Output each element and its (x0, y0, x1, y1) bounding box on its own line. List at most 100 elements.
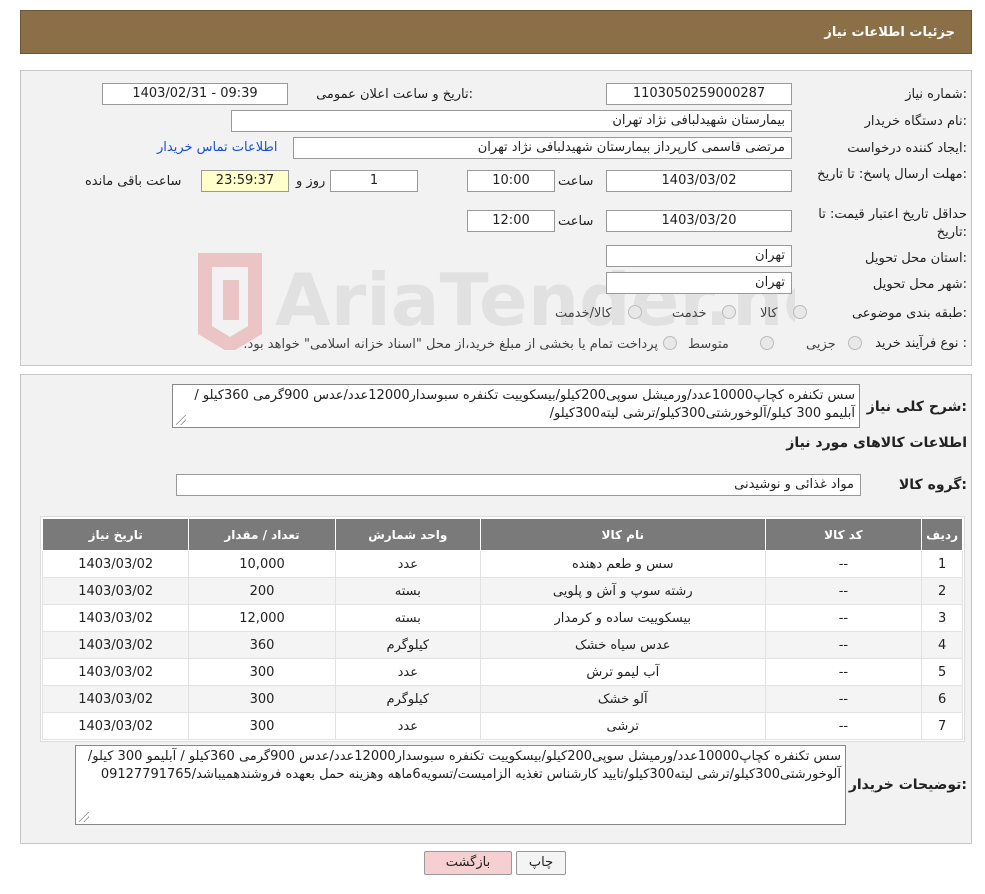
validity-date-field: 1403/03/20 (606, 210, 792, 232)
col-header-date: تاریخ نیاز (41, 518, 190, 551)
cell-row-no: 4 (921, 631, 963, 659)
items-table: ردیف کد کالا نام کالا واحد شمارش تعداد /… (41, 518, 963, 740)
resize-grip-icon[interactable] (176, 415, 186, 425)
cell-unit: بسته (334, 577, 481, 605)
process-checkbox-treasury[interactable] (663, 336, 677, 350)
col-header-quantity: تعداد / مقدار (188, 518, 336, 551)
table-row[interactable]: 3 -- بیسکوییت ساده و کرمدار بسته 12,000 1403/… (41, 604, 963, 632)
cell-row-no: 2 (921, 577, 963, 605)
remaining-label: ساعت باقی مانده (85, 174, 182, 189)
table-header-row: ردیف کد کالا نام کالا واحد شمارش تعداد /… (41, 518, 963, 551)
cell-code: -- (764, 550, 923, 578)
cell-unit: عدد (334, 658, 481, 686)
need-number-field: 1103050259000287 (606, 83, 792, 105)
deadline-date-field: 1403/03/02 (606, 170, 792, 192)
cell-row-no: 7 (921, 712, 963, 740)
city-field: تهران (606, 272, 792, 294)
days-field: 1 (330, 170, 418, 192)
city-label: شهر محل تحویل: (872, 277, 967, 292)
cell-quantity: 300 (188, 712, 336, 740)
cell-unit: عدد (334, 550, 481, 578)
table-row[interactable]: 5 -- آب لیمو ترش عدد 300 1403/03/02 (41, 658, 963, 686)
cell-date: 1403/03/02 (41, 604, 190, 632)
table-row[interactable]: 1 -- سس و طعم دهنده عدد 10,000 1403/03/02 (41, 550, 963, 578)
requester-label: ایجاد کننده درخواست: (847, 141, 967, 156)
validity-time-field: 12:00 (467, 210, 555, 232)
cell-name: آب لیمو ترش (479, 658, 766, 686)
cell-code: -- (764, 685, 923, 713)
table-row[interactable]: 4 -- عدس سیاه خشک کیلوگرم 360 1403/03/02 (41, 631, 963, 659)
table-row[interactable]: 6 -- آلو خشک کیلوگرم 300 1403/03/02 (41, 685, 963, 713)
cell-unit: بسته (334, 604, 481, 632)
items-table-wrapper: ردیف کد کالا نام کالا واحد شمارش تعداد /… (40, 516, 965, 742)
remaining-time-field: 23:59:37 (201, 170, 289, 192)
col-header-code: کد کالا (764, 518, 923, 551)
table-row[interactable]: 2 -- رشته سوپ و آش و پلویی بسته 200 1403/03/0… (41, 577, 963, 605)
cell-row-no: 1 (921, 550, 963, 578)
category-radio-goods[interactable] (793, 305, 807, 319)
cell-quantity: 12,000 (188, 604, 336, 632)
cell-date: 1403/03/02 (41, 685, 190, 713)
cell-name: بیسکوییت ساده و کرمدار (479, 604, 766, 632)
cell-name: عدس سیاه خشک (479, 631, 766, 659)
description-textarea[interactable]: سس تکنفره کچاپ10000عدد/ورمیشل سوپی200کیل… (172, 384, 860, 428)
col-header-name: نام کالا (479, 518, 766, 551)
cell-code: -- (764, 631, 923, 659)
back-button[interactable]: بازگشت (424, 851, 512, 875)
description-label: شرح کلی نیاز: (866, 399, 967, 415)
watermark-text: AriaTender.neT (275, 258, 795, 342)
category-label: طبقه بندی موضوعی: (851, 306, 967, 321)
province-field: تهران (606, 245, 792, 267)
contact-buyer-link[interactable]: اطلاعات تماس خریدار (157, 140, 277, 155)
deadline-label: مهلت ارسال پاسخ: تا تاریخ: (817, 167, 967, 182)
cell-row-no: 5 (921, 658, 963, 686)
cell-name: آلو خشک (479, 685, 766, 713)
category-radio-service[interactable] (722, 305, 736, 319)
cell-name: رشته سوپ و آش و پلویی (479, 577, 766, 605)
buyer-notes-textarea[interactable]: سس تکنفره کچاپ10000عدد/ورمیشل سوپی200کیل… (75, 745, 846, 825)
buyer-org-field: بیمارستان شهیدلبافی نژاد تهران (231, 110, 792, 132)
table-row[interactable]: 7 -- ترشی عدد 300 1403/03/02 (41, 712, 963, 740)
category-radio-both[interactable] (628, 305, 642, 319)
col-header-unit: واحد شمارش (334, 518, 481, 551)
cell-row-no: 3 (921, 604, 963, 632)
process-radio-minor[interactable] (848, 336, 862, 350)
cell-quantity: 300 (188, 658, 336, 686)
process-option-minor: جزیی (806, 337, 836, 352)
validity-time-label: ساعت (558, 214, 594, 229)
cell-row-no: 6 (921, 685, 963, 713)
items-section-title: اطلاعات کالاهای مورد نیاز (786, 435, 967, 451)
cell-unit: کیلوگرم (334, 685, 481, 713)
cell-code: -- (764, 577, 923, 605)
cell-name: ترشی (479, 712, 766, 740)
cell-code: -- (764, 658, 923, 686)
page-title-bar: جزئیات اطلاعات نیاز (20, 10, 972, 54)
cell-date: 1403/03/02 (41, 550, 190, 578)
cell-date: 1403/03/02 (41, 658, 190, 686)
cell-unit: عدد (334, 712, 481, 740)
buyer-notes-text: سس تکنفره کچاپ10000عدد/ورمیشل سوپی200کیل… (87, 749, 841, 782)
province-label: استان محل تحویل: (865, 251, 967, 266)
deadline-time-label: ساعت (558, 174, 594, 189)
cell-name: سس و طعم دهنده (479, 550, 766, 578)
days-label: روز و (296, 174, 326, 189)
description-text: سس تکنفره کچاپ10000عدد/ورمیشل سوپی200کیل… (194, 388, 855, 421)
group-label: گروه کالا: (898, 477, 967, 493)
page-title: جزئیات اطلاعات نیاز (824, 25, 955, 40)
cell-quantity: 300 (188, 685, 336, 713)
cell-quantity: 200 (188, 577, 336, 605)
validity-label: حداقل تاریخ اعتبار قیمت: تا تاریخ: (818, 207, 967, 240)
category-option-both: کالا/خدمت (555, 306, 612, 321)
announce-label: تاریخ و ساعت اعلان عمومی: (316, 87, 473, 102)
process-option-medium: متوسط (688, 337, 729, 352)
resize-grip-icon[interactable] (79, 812, 89, 822)
need-number-label: شماره نیاز: (905, 87, 967, 102)
cell-code: -- (764, 712, 923, 740)
cell-date: 1403/03/02 (41, 577, 190, 605)
process-radio-medium[interactable] (760, 336, 774, 350)
buyer-notes-label: توضیحات خریدار: (848, 777, 967, 793)
cell-quantity: 10,000 (188, 550, 336, 578)
category-option-service: خدمت (672, 306, 707, 321)
print-button[interactable]: چاپ (516, 851, 566, 875)
deadline-time-field: 10:00 (467, 170, 555, 192)
